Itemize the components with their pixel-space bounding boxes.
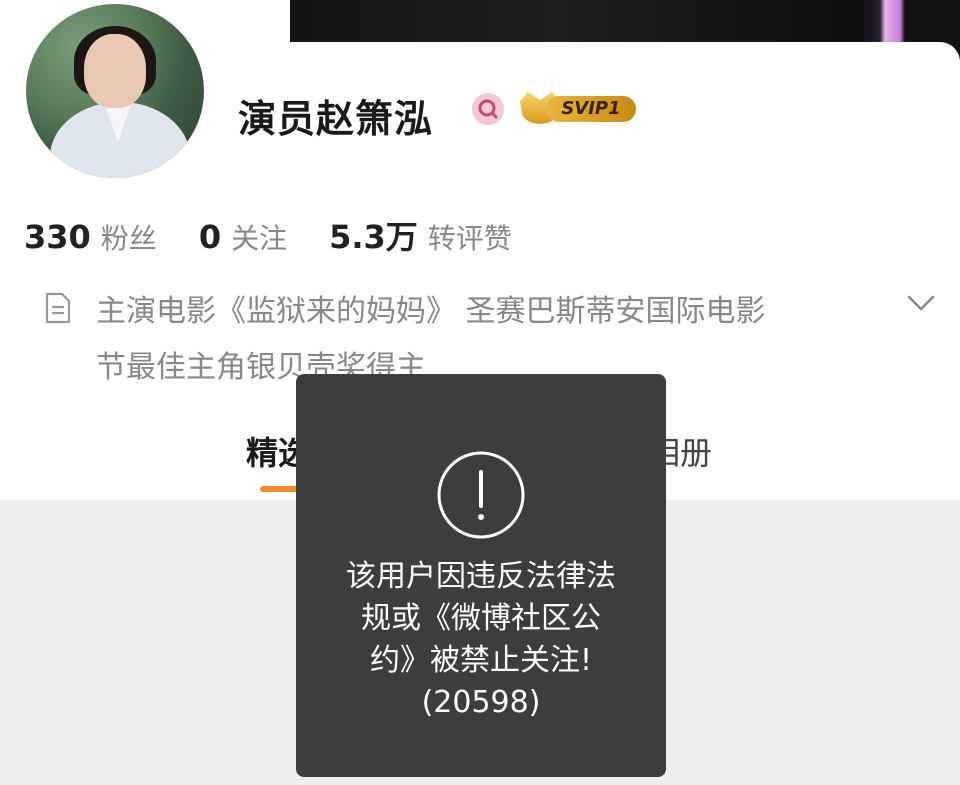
exclamation-icon [436, 450, 526, 540]
stat-interactions[interactable]: 5.3万 转评赞 [329, 212, 512, 258]
stat-following[interactable]: 0 关注 [199, 217, 287, 257]
stat-label: 关注 [231, 222, 288, 255]
svip-label: SVIP1 [546, 96, 636, 122]
toast-error-code: (20598) [421, 685, 541, 720]
profile-username: 演员赵箫泓 [238, 97, 434, 141]
toast-line: 规或《微博社区公 [361, 601, 601, 636]
stat-value: 0 [198, 218, 222, 256]
profile-stats: 330 粉丝 0 关注 5.3万 转评赞 [24, 212, 554, 256]
search-verify-icon[interactable] [472, 93, 504, 125]
toast-line: 约》被禁止关注! [369, 643, 593, 678]
stat-followers[interactable]: 330 粉丝 [24, 217, 157, 257]
svip-badge[interactable]: SVIP1 [520, 92, 636, 124]
stat-label: 转评赞 [427, 222, 512, 255]
error-toast: 该用户因违反法律法 规或《微博社区公 约》被禁止关注! (20598) [296, 374, 666, 777]
document-icon [44, 292, 72, 324]
chevron-down-icon[interactable] [906, 292, 936, 314]
stat-value: 5.3万 [329, 218, 418, 256]
toast-line: 该用户因违反法律法 [346, 559, 616, 594]
stat-label: 粉丝 [100, 222, 157, 255]
toast-message: 该用户因违反法律法 规或《微博社区公 约》被禁止关注! (20598) [316, 556, 646, 724]
avatar[interactable] [22, 0, 208, 182]
stat-value: 330 [24, 218, 91, 256]
avatar-face [84, 34, 146, 108]
